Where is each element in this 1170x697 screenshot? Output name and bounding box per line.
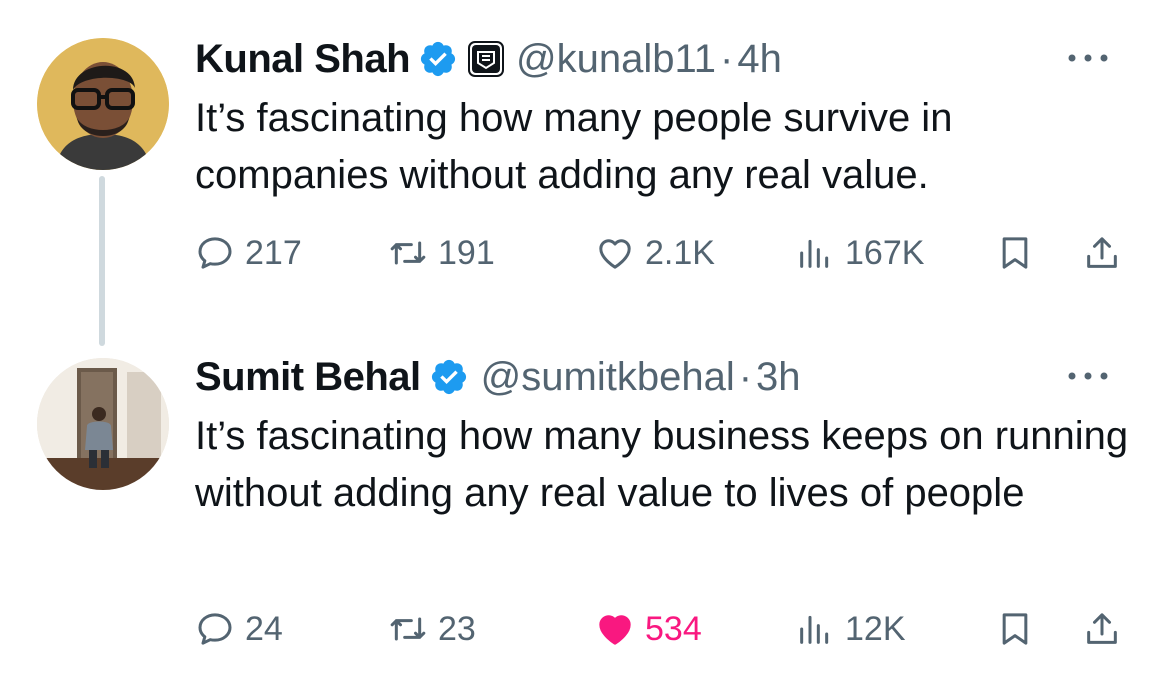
tweet-actions: 217 191 2.1K 167K	[195, 228, 1135, 278]
reply-count: 217	[245, 233, 302, 272]
bookmark-icon	[1002, 237, 1028, 269]
author-name[interactable]: Sumit Behal	[195, 355, 421, 400]
share-button[interactable]	[1082, 228, 1122, 278]
timestamp[interactable]: 3h	[756, 355, 801, 400]
tweet-sumit-behal[interactable]: Sumit Behal @sumitkbehal · 3h It’s fasci…	[0, 320, 1170, 697]
author-name[interactable]: Kunal Shah	[195, 37, 411, 82]
author-handle[interactable]: @sumitkbehal	[481, 355, 735, 400]
reply-button[interactable]: 24	[195, 604, 283, 654]
bookmark-icon	[1002, 613, 1028, 645]
reply-button[interactable]: 217	[195, 228, 302, 278]
org-affiliation-badge-icon[interactable]	[468, 41, 505, 77]
bookmark-button[interactable]	[995, 228, 1035, 278]
view-count: 167K	[845, 233, 925, 272]
tweet-text: It’s fascinating how many people survive…	[195, 96, 953, 197]
timestamp[interactable]: 4h	[737, 37, 782, 82]
reply-icon	[198, 237, 232, 269]
like-button[interactable]: 2.1K	[595, 228, 715, 278]
repost-button[interactable]: 23	[388, 604, 476, 654]
repost-count: 23	[438, 609, 476, 648]
share-icon	[1087, 613, 1117, 644]
heart-icon	[599, 239, 631, 269]
reply-icon	[198, 613, 232, 645]
repost-button[interactable]: 191	[388, 228, 495, 278]
tweet-kunal-shah[interactable]: Kunal Shah @kunalb11 · 4h It’s fascinati…	[0, 0, 1170, 346]
verified-badge-icon[interactable]	[418, 39, 458, 79]
separator-dot: ·	[720, 36, 734, 81]
tweet-header: Kunal Shah @kunalb11 · 4h	[195, 34, 782, 84]
views-button[interactable]: 167K	[795, 228, 924, 278]
verified-badge-icon[interactable]	[429, 357, 469, 397]
repost-count: 191	[438, 233, 495, 272]
avatar[interactable]	[37, 358, 169, 490]
tweet-actions: 24 23 534 12K	[195, 604, 1135, 654]
share-button[interactable]	[1082, 604, 1122, 654]
more-options-icon[interactable]	[1066, 366, 1110, 386]
avatar-image	[37, 358, 169, 490]
views-button[interactable]: 12K	[795, 604, 906, 654]
views-icon	[800, 615, 829, 644]
share-icon	[1087, 237, 1117, 268]
like-count: 2.1K	[645, 233, 715, 272]
heart-icon	[599, 615, 631, 645]
like-button[interactable]: 534	[595, 604, 702, 654]
repost-icon	[390, 617, 426, 641]
avatar[interactable]	[37, 38, 169, 170]
tweet-header: Sumit Behal @sumitkbehal · 3h	[195, 352, 801, 402]
reply-count: 24	[245, 609, 283, 648]
views-icon	[800, 239, 829, 268]
tweet-text: It’s fascinating how many business keeps…	[195, 414, 1129, 515]
bookmark-button[interactable]	[995, 604, 1035, 654]
more-options-icon[interactable]	[1066, 48, 1110, 68]
repost-icon	[390, 241, 426, 265]
avatar-image	[37, 38, 169, 170]
like-count: 534	[645, 609, 702, 648]
separator-dot: ·	[738, 354, 753, 399]
view-count: 12K	[845, 609, 906, 648]
author-handle[interactable]: @kunalb11	[516, 37, 716, 82]
